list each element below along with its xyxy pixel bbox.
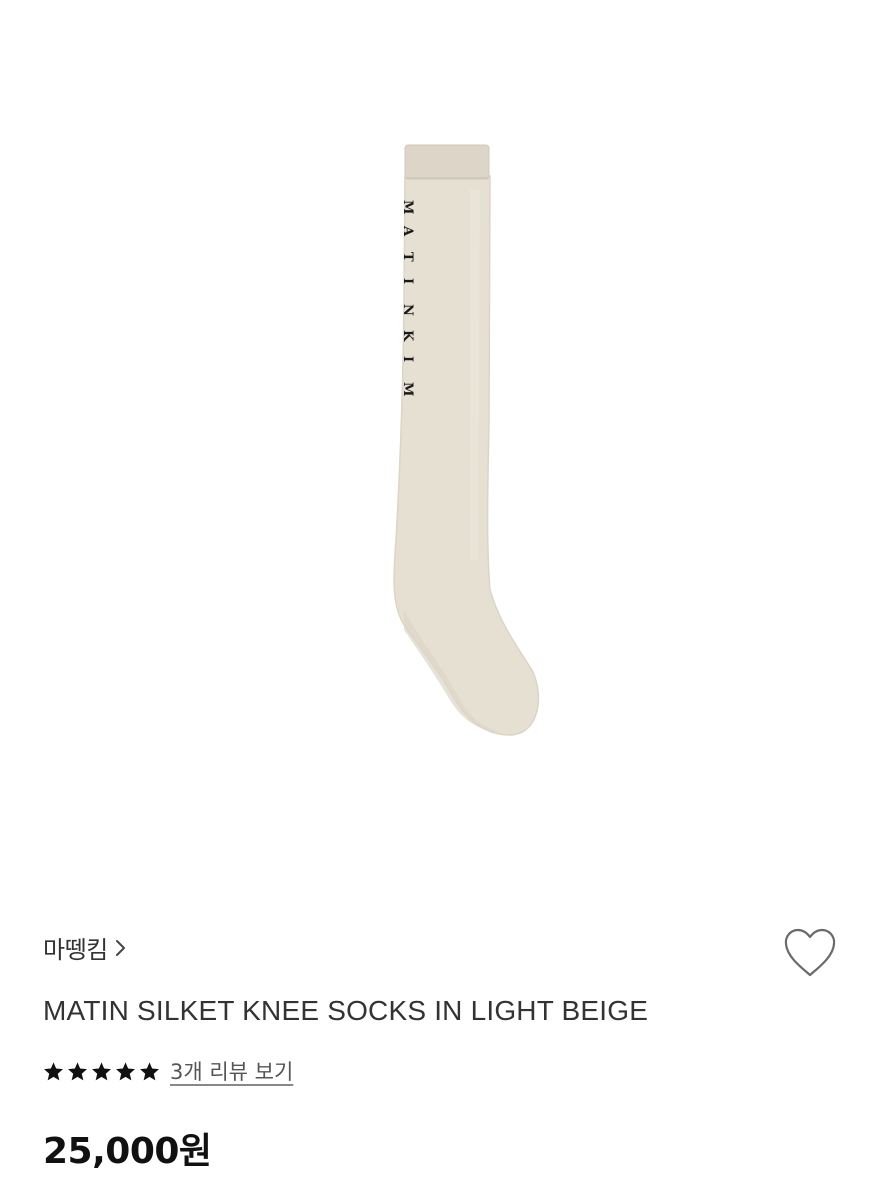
sock-print-letter: I bbox=[400, 278, 415, 284]
star-icon bbox=[116, 1061, 135, 1080]
sock-print-letter: M bbox=[400, 200, 415, 214]
knee-sock-image: MATINKIM bbox=[393, 144, 540, 736]
star-icon bbox=[140, 1061, 159, 1080]
sock-print-letter: M bbox=[400, 382, 415, 396]
sock-print-letter: A bbox=[400, 225, 415, 237]
brand-name: 마뗑킴 bbox=[43, 936, 108, 964]
view-reviews-link[interactable]: 3개 리뷰 보기 bbox=[170, 1056, 293, 1086]
star-icon bbox=[44, 1061, 63, 1080]
product-title: MATIN SILKET KNEE SOCKS IN LIGHT BEIGE bbox=[43, 995, 649, 1026]
heart-outline-icon bbox=[784, 928, 836, 977]
star-rating bbox=[43, 1061, 160, 1082]
product-image[interactable]: MATINKIM bbox=[0, 0, 881, 900]
brand-link[interactable]: 마뗑킴 bbox=[43, 930, 128, 965]
sock-print-letter: N bbox=[400, 304, 415, 316]
star-icon bbox=[68, 1061, 87, 1080]
star-icon bbox=[92, 1061, 111, 1080]
price: 25,000원 bbox=[43, 1131, 212, 1172]
chevron-right-icon bbox=[115, 939, 125, 956]
sock-print-letter: T bbox=[400, 252, 415, 262]
sock-print-letter: K bbox=[400, 330, 415, 342]
wishlist-button[interactable] bbox=[782, 927, 838, 979]
sock-print-letter: I bbox=[400, 356, 415, 362]
rating-row: 3개 리뷰 보기 bbox=[43, 1056, 293, 1086]
